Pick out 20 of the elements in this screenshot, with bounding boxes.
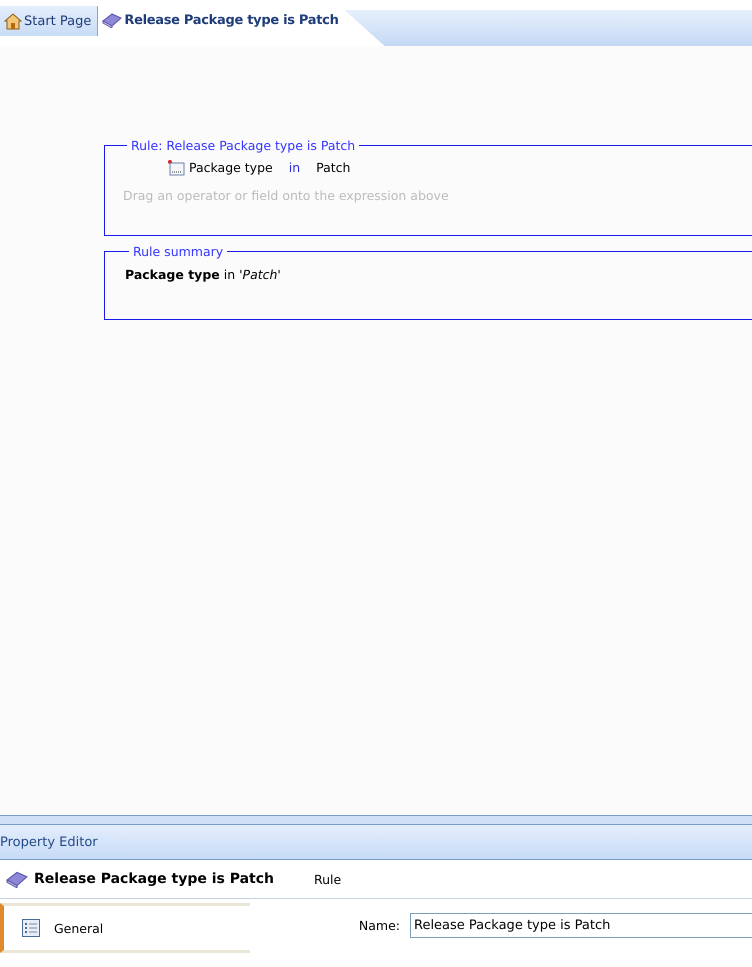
hint-text: Drag an operator or field onto the expression above bbox=[123, 188, 450, 203]
object-type: Rule bbox=[314, 872, 342, 886]
splitter-bar[interactable] bbox=[0, 815, 752, 825]
book-icon bbox=[102, 12, 122, 28]
panel-title: Rule: Release Package type is Patch bbox=[130, 138, 356, 153]
tab[interactable]: Start Page bbox=[0, 6, 98, 36]
rule-summary-text: Package type in 'Patch' bbox=[125, 267, 282, 282]
section-tab[interactable]: General bbox=[0, 903, 250, 953]
field-label: Name: bbox=[358, 918, 401, 933]
list-icon bbox=[22, 919, 40, 937]
field-value: Patch bbox=[316, 160, 350, 175]
object-name: Release Package type is Patch bbox=[34, 871, 274, 887]
house-icon bbox=[4, 12, 22, 30]
panel-title: Rule summary bbox=[132, 244, 224, 259]
field-icon bbox=[167, 159, 185, 176]
name-field[interactable]: Release Package type is Patch bbox=[410, 913, 752, 938]
book-icon bbox=[6, 870, 28, 888]
field-name: Package type bbox=[189, 160, 273, 175]
panel-title: Property Editor bbox=[0, 834, 98, 850]
operator: in bbox=[288, 160, 300, 175]
